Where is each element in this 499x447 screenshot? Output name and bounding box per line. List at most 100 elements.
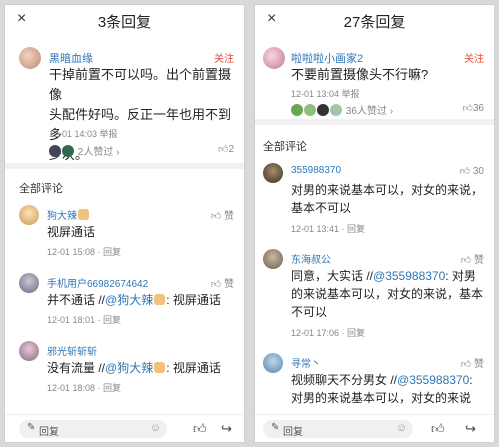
avatar[interactable] bbox=[263, 163, 283, 183]
avatar[interactable] bbox=[19, 205, 39, 225]
comment-line: 同意，大实话 //@355988370: 对男 bbox=[291, 267, 493, 285]
avatar[interactable] bbox=[19, 341, 39, 361]
comment-text-part: : bbox=[469, 373, 473, 387]
comment-text-part: 同意，大实话 // bbox=[291, 269, 374, 283]
page-title: 27条回复 bbox=[343, 14, 406, 31]
comment-line: 对男的来说基本可以，对女的来说 bbox=[291, 391, 472, 405]
original-post: 啦啦啦小画家2 关注 不要前置摄像头不行嘛? 12-01 13:04 举报 36… bbox=[255, 39, 494, 125]
comment-line: 对男的来说基本可以，对女的来说， bbox=[291, 183, 484, 197]
thumb-up-icon[interactable]: 👍︎ bbox=[431, 421, 445, 437]
post-like-button[interactable]: 👍︎2 bbox=[218, 143, 234, 155]
comment-meta[interactable]: 12-01 18:08 · 回复 bbox=[47, 381, 121, 394]
post-time: 12-01 14:03 举报 bbox=[49, 129, 118, 139]
comment-text-part: 视频聊天不分男女 // bbox=[291, 373, 398, 387]
page-title: 3条回复 bbox=[97, 14, 152, 31]
right-top-bar: × 27条回复 bbox=[255, 5, 494, 35]
comment-text-part: 没有流量 // bbox=[47, 361, 106, 375]
thumb-up-icon: 👍︎ bbox=[217, 144, 229, 155]
comment-line: 的来说基本可以，对女的来说，基本 bbox=[291, 287, 484, 301]
post-line: 不要前置摄像头不行嘛? bbox=[291, 67, 429, 82]
liked-by[interactable]: 2人赞过 › bbox=[49, 143, 119, 158]
comment-like-button[interactable]: 👍︎ 赞 bbox=[461, 355, 484, 370]
comment-meta[interactable]: 12-01 17:06 · 回复 bbox=[291, 326, 365, 339]
comment-item: 手机用户66982674642 👍︎ 赞 并不通话 //@狗大辣 : 视屏通话 1… bbox=[5, 269, 244, 331]
comment-like-button[interactable]: 👍︎ 赞 bbox=[211, 207, 234, 222]
left-top-bar: × 3条回复 bbox=[5, 5, 244, 35]
comment-username[interactable]: 邪光斩斩斩 bbox=[47, 343, 97, 358]
thumb-up-icon: 👍︎ bbox=[459, 166, 471, 177]
comment-username[interactable]: 东海叔公 bbox=[291, 251, 331, 266]
mention-link[interactable]: @狗大辣 bbox=[105, 293, 153, 307]
pencil-icon: ✎ bbox=[27, 422, 36, 433]
comment-username[interactable]: 手机用户66982674642 bbox=[47, 275, 148, 290]
comment-item: 邪光斩斩斩 没有流量 //@狗大辣 : 视屏通话 12-01 18:08 · 回复 bbox=[5, 337, 244, 399]
liked-by-text: 36人赞过 bbox=[345, 106, 387, 117]
like-label: 赞 bbox=[474, 359, 484, 370]
comment-text: 没有流量 //@狗大辣 : 视屏通话 bbox=[47, 359, 221, 377]
avatar[interactable] bbox=[263, 47, 285, 69]
thumb-up-icon: 👍︎ bbox=[462, 103, 473, 114]
chevron-right-icon: › bbox=[389, 106, 394, 117]
avatar bbox=[330, 104, 342, 116]
avatar[interactable] bbox=[263, 353, 283, 373]
comment-text-part: 并不通话 // bbox=[47, 293, 106, 307]
comment-username[interactable]: 寻常丶 bbox=[291, 355, 321, 370]
share-icon[interactable]: ↪ bbox=[465, 421, 476, 437]
left-reply-panel: × 3条回复 黑暗血缘 关注 干掉前置不可以吗。出个前置摄像 头配件好吗。反正一… bbox=[4, 4, 245, 443]
comment-meta[interactable]: 12-01 18:01 · 回复 bbox=[47, 313, 121, 326]
comment-username[interactable]: 狗大辣 bbox=[47, 207, 90, 222]
thumb-up-icon[interactable]: 👍︎ bbox=[193, 421, 207, 437]
comment-meta[interactable]: 12-01 15:08 · 回复 bbox=[47, 245, 121, 258]
comment-meta[interactable]: 12-01 13:41 · 回复 bbox=[291, 222, 365, 235]
share-icon[interactable]: ↪ bbox=[221, 421, 232, 437]
comment-item: 东海叔公 👍︎ 赞 同意，大实话 //@355988370: 对男 的来说基本可… bbox=[255, 245, 494, 341]
mention-link[interactable]: @355988370 bbox=[373, 269, 445, 283]
post-username[interactable]: 黑暗血缘 bbox=[49, 50, 93, 66]
comment-line: 基本不可以 bbox=[291, 201, 352, 215]
like-label: 赞 bbox=[224, 211, 234, 222]
liked-by[interactable]: 36人赞过 › bbox=[291, 102, 393, 117]
post-username[interactable]: 啦啦啦小画家2 bbox=[291, 50, 363, 66]
reply-input[interactable]: ✎ 回复 ☺ bbox=[19, 420, 167, 438]
post-line: 干掉前置不可以吗。出个前置摄像 bbox=[49, 67, 232, 102]
thumb-up-icon: 👍︎ bbox=[460, 255, 472, 266]
avatar[interactable] bbox=[19, 273, 39, 293]
thumb-up-icon: 👍︎ bbox=[210, 279, 222, 290]
comment-like-button[interactable]: 👍︎ 30 bbox=[460, 165, 484, 177]
comment-text: 视屏通话 bbox=[47, 225, 96, 239]
emoji-icon bbox=[154, 294, 166, 305]
original-post: 黑暗血缘 关注 干掉前置不可以吗。出个前置摄像 头配件好吗。反正一年也用不到多 … bbox=[5, 39, 244, 169]
like-count: 2 bbox=[228, 144, 234, 155]
bottom-bar: ✎ 回复 ☺ 👍︎ ↪ bbox=[255, 414, 494, 442]
emoji-icon[interactable]: ☺ bbox=[150, 422, 161, 434]
comment-like-button[interactable]: 👍︎ 赞 bbox=[211, 275, 234, 290]
avatar bbox=[62, 145, 74, 157]
mention-link[interactable]: @355988370 bbox=[397, 373, 469, 387]
comment-text-part: : 视屏通话 bbox=[166, 361, 221, 375]
avatar[interactable] bbox=[263, 249, 283, 269]
liked-by-text: 2人赞过 bbox=[77, 147, 114, 158]
avatar[interactable] bbox=[19, 47, 41, 69]
comment-username-text: 狗大辣 bbox=[47, 211, 77, 222]
comment-text: 对男的来说基本可以，对女的来说， 基本不可以 bbox=[291, 181, 491, 217]
follow-button[interactable]: 关注 bbox=[464, 50, 484, 65]
mention-link[interactable]: @狗大辣 bbox=[105, 361, 153, 375]
section-title: 全部评论 bbox=[263, 141, 307, 153]
comment-text: 并不通话 //@狗大辣 : 视屏通话 bbox=[47, 291, 221, 309]
comment-like-button[interactable]: 👍︎ 赞 bbox=[461, 251, 484, 266]
comment-text-part: : 视屏通话 bbox=[166, 293, 221, 307]
avatar bbox=[317, 104, 329, 116]
like-count: 36 bbox=[472, 103, 484, 114]
post-like-button[interactable]: 👍︎36 bbox=[462, 102, 484, 114]
comment-text-part: : 对男 bbox=[445, 269, 476, 283]
reply-input[interactable]: ✎ 回复 ☺ bbox=[263, 420, 413, 438]
comment-line: 不可以 bbox=[291, 305, 328, 319]
like-count: 30 bbox=[472, 166, 484, 177]
follow-button[interactable]: 关注 bbox=[214, 50, 234, 65]
comment-item: 狗大辣 👍︎ 赞 视屏通话 12-01 15:08 · 回复 bbox=[5, 201, 244, 263]
comment-username[interactable]: 355988370 bbox=[291, 165, 341, 176]
comment-text: 视频聊天不分男女 //@355988370: 对男的来说基本可以，对女的来说 bbox=[291, 371, 493, 407]
emoji-icon[interactable]: ☺ bbox=[396, 422, 407, 434]
chevron-right-icon: › bbox=[116, 147, 120, 158]
like-label: 赞 bbox=[474, 255, 484, 266]
